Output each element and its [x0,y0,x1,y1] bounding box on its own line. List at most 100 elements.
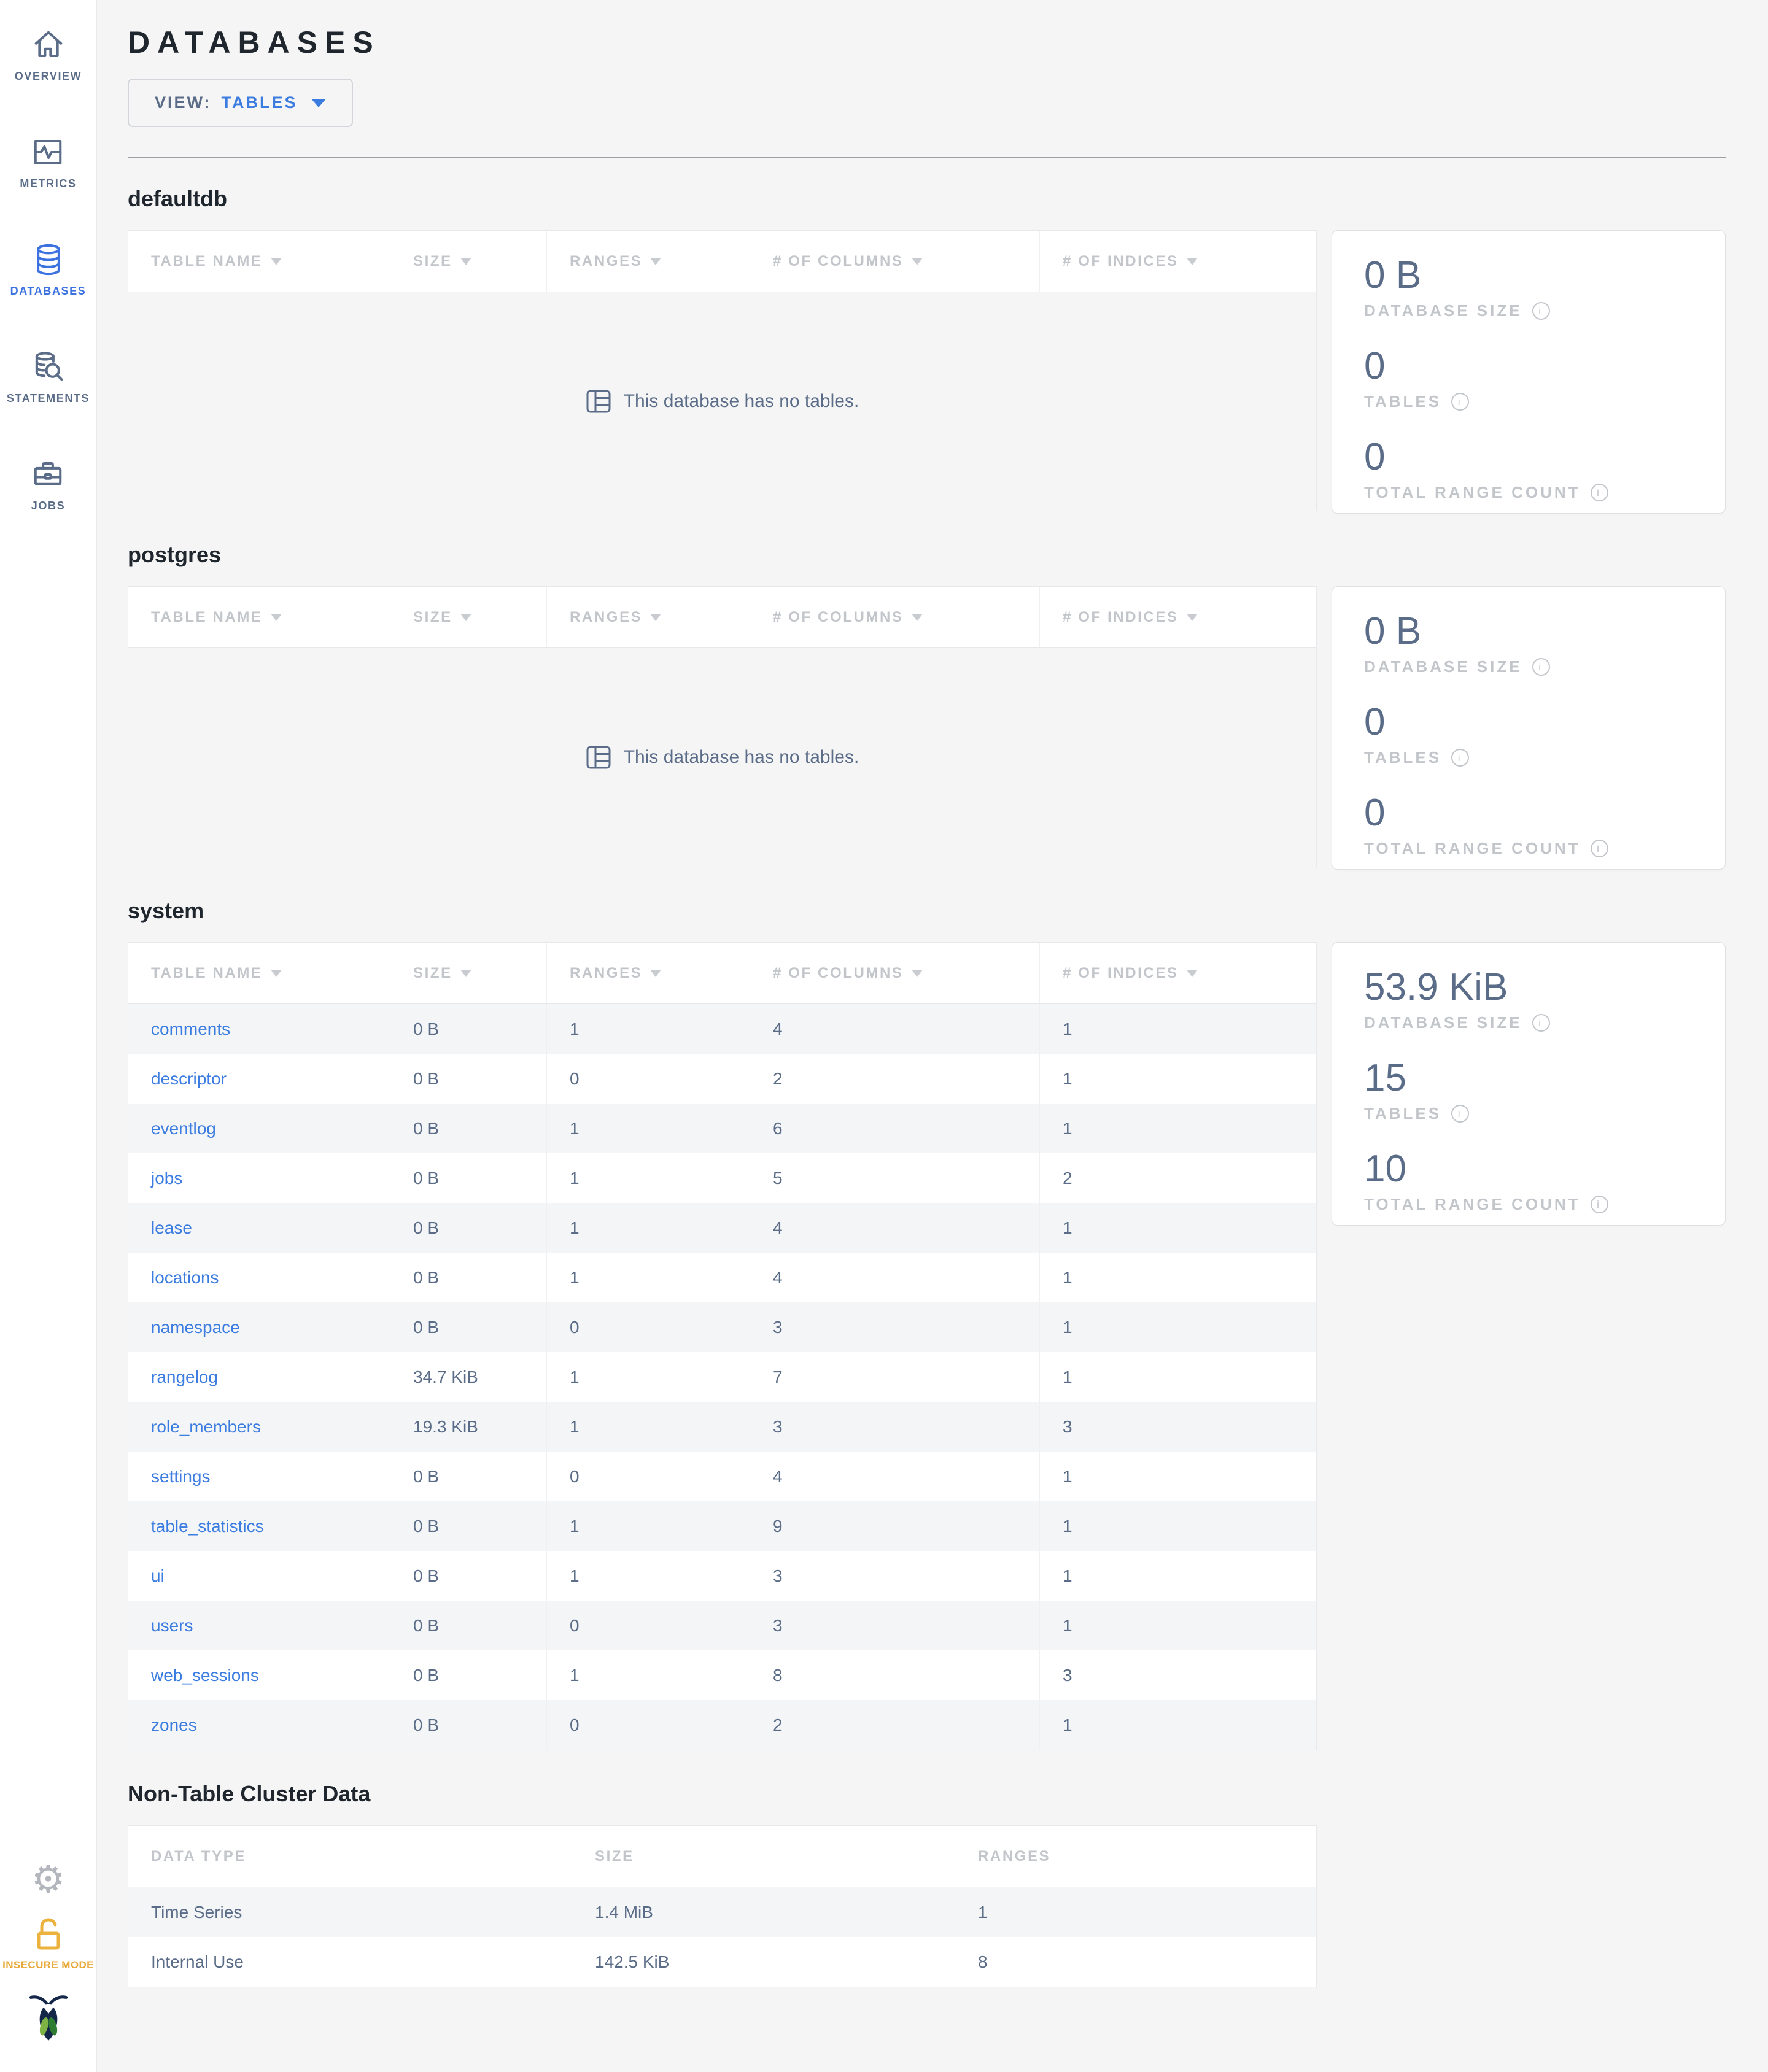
table-name-link[interactable]: descriptor [151,1069,227,1089]
cockroachdb-logo-icon[interactable] [22,1990,75,2044]
info-icon[interactable]: i [1532,1014,1550,1032]
sort-arrow-icon [650,613,662,621]
table-body: Time Series 1.4 MiB 1 Internal Use 142.5 KiB… [128,1887,1317,1987]
column-header-of-columns[interactable]: # OF COLUMNS [750,943,1040,1003]
database-section-postgres: postgres TABLE NAME SIZE RANGES # OF COLUMN… [128,542,1726,870]
sidebar-item-statements[interactable]: STATEMENTS [7,350,90,405]
cell-table-name: namespace [128,1302,390,1352]
home-icon [34,31,62,58]
column-header-of-indices[interactable]: # OF INDICES [1040,943,1317,1003]
sort-arrow-icon [270,969,282,977]
tables-table: TABLE NAME SIZE RANGES # OF COLUMNS # OF IND… [128,942,1317,1750]
metrics-icon [34,139,62,165]
sort-arrow-icon [911,969,923,977]
table-name-link[interactable]: eventlog [151,1119,216,1138]
cell-value: 1 [547,1104,750,1153]
table-name-link[interactable]: lease [151,1218,192,1238]
sidebar-bottom: ⚙ INSECURE MODE [0,1861,96,2072]
tables-count-label: TABLES [1364,1104,1442,1123]
table-name-link[interactable]: locations [151,1268,219,1288]
sidebar-item-jobs[interactable]: JOBS [31,458,65,512]
cell-value: 1 [547,1551,750,1601]
database-size-label: DATABASE SIZE [1364,301,1522,320]
table-row: jobs 0 B15 2 [128,1153,1316,1203]
cell-value: 1 [1063,1317,1072,1337]
cell-value: Internal Use [128,1937,572,1987]
column-header-label: SIZE [595,1847,634,1865]
info-icon[interactable]: i [1590,1196,1608,1214]
table-name-link[interactable]: table_statistics [151,1517,264,1536]
table-row: Internal Use 142.5 KiB 8 [128,1937,1316,1987]
table-name-link[interactable]: jobs [151,1169,182,1188]
cell-value: Time Series [128,1887,572,1937]
statements-icon [35,352,63,381]
info-icon[interactable]: i [1451,393,1470,411]
cell-value: 1 [1063,1367,1072,1386]
column-header-ranges[interactable]: RANGES [547,231,750,292]
sort-arrow-icon [270,613,282,621]
table-name-link[interactable]: settings [151,1467,211,1486]
cell-value: 0 B [390,1203,547,1253]
info-icon[interactable]: i [1451,749,1470,767]
column-header-size[interactable]: SIZE [390,587,547,648]
cell-table-name: web_sessions [128,1650,390,1700]
column-header-label: # OF COLUMNS [773,964,904,981]
empty-state: This database has no tables. [128,648,1317,867]
table-row: comments 0 B141 [128,1004,1316,1054]
sidebar-item-overview[interactable]: OVERVIEW [15,28,82,83]
sidebar-item-databases[interactable]: DATABASES [10,243,87,298]
sidebar-item-metrics[interactable]: METRICS [20,136,76,190]
sidebar: OVERVIEW METRICS DATABASES STATEMENTS JO… [0,0,97,2072]
table-name-link[interactable]: comments [151,1019,230,1039]
info-icon[interactable]: i [1532,658,1550,676]
view-dropdown[interactable]: VIEW: TABLES [128,79,353,127]
table-row: descriptor 0 B02 1 [128,1054,1316,1104]
column-header-ranges[interactable]: RANGES [547,587,750,648]
table-name-link[interactable]: users [151,1616,193,1636]
column-header-table-name[interactable]: TABLE NAME [128,587,390,648]
range-count-label: TOTAL RANGE COUNT [1364,483,1581,502]
gear-icon[interactable]: ⚙ [31,1861,66,1899]
info-icon[interactable]: i [1532,302,1550,320]
database-name-heading: defaultdb [128,186,227,211]
table-name-link[interactable]: namespace [151,1318,240,1337]
cell-value: 1 [978,1902,988,1922]
column-header-size[interactable]: SIZE [390,231,547,292]
table-name-link[interactable]: zones [151,1715,197,1735]
info-icon[interactable]: i [1451,1105,1470,1123]
column-header-label: SIZE [413,964,452,981]
range-count-value: 0 [1364,436,1386,479]
column-header-label: RANGES [570,964,643,981]
column-header-of-columns[interactable]: # OF COLUMNS [750,231,1040,292]
info-icon[interactable]: i [1590,484,1608,502]
info-icon[interactable]: i [1590,840,1608,858]
column-header-of-columns[interactable]: # OF COLUMNS [750,587,1040,648]
insecure-mode-indicator[interactable]: INSECURE MODE [2,1916,94,1971]
column-header-of-indices[interactable]: # OF INDICES [1040,231,1317,292]
table-name-link[interactable]: web_sessions [151,1666,259,1685]
cell-table-name: jobs [128,1153,390,1203]
cell-value: 8 [750,1650,1040,1700]
range-count-value: 10 [1364,1148,1406,1191]
sort-arrow-icon [460,257,471,265]
cell-table-name: eventlog [128,1104,390,1153]
column-header-ranges[interactable]: RANGES [547,943,750,1003]
tables-count-value: 0 [1364,701,1386,744]
cell-value: 0 B [390,1004,547,1054]
column-header-size[interactable]: SIZE [390,943,547,1003]
column-header-table-name[interactable]: TABLE NAME [128,943,390,1003]
column-header-of-indices[interactable]: # OF INDICES [1040,587,1317,648]
database-size-value: 0 B [1364,254,1422,296]
table-name-link[interactable]: rangelog [151,1367,218,1387]
cell-value: 1 [547,1402,750,1452]
table-name-link[interactable]: role_members [151,1417,261,1437]
column-header-table-name[interactable]: TABLE NAME [128,231,390,292]
cell-table-name: comments [128,1004,390,1054]
briefcase-icon [34,462,62,485]
cell-value: 3 [750,1551,1040,1601]
cell-value: 0 B [390,1700,547,1750]
database-size-label: DATABASE SIZE [1364,1013,1522,1032]
cell-value: 142.5 KiB [572,1937,955,1987]
cell-value: 1 [547,1153,750,1203]
table-name-link[interactable]: ui [151,1566,165,1586]
